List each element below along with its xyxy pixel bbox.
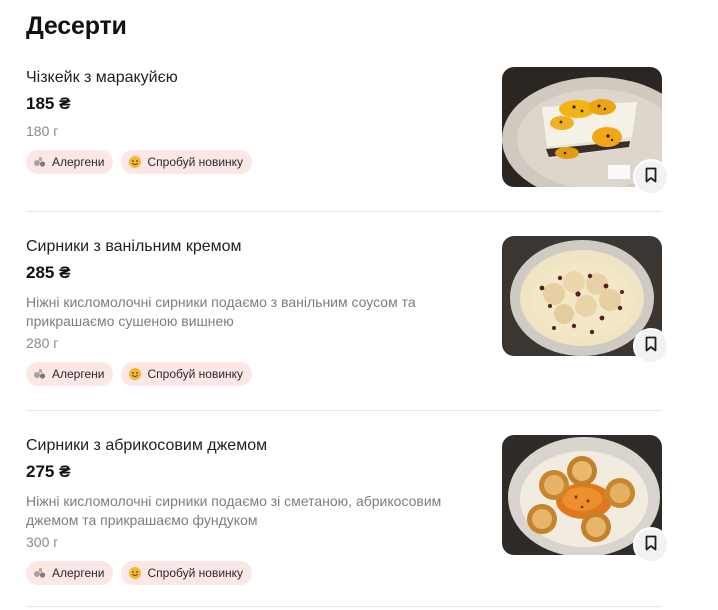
menu-item-syrnyky-apricot[interactable]: Сирники з абрикосовим джемом 275 ₴ Ніжні… [26, 435, 669, 596]
bookmark-button[interactable] [633, 527, 669, 563]
bookmark-icon [644, 535, 658, 556]
try-new-label: Спробуй новинку [147, 566, 244, 580]
smiley-icon [128, 155, 142, 169]
try-new-label: Спробуй новинку [147, 155, 244, 169]
allergens-icon [33, 155, 47, 169]
allergens-icon [33, 367, 47, 381]
badge-row: Алергени Спробуй новинку [26, 362, 662, 386]
allergens-badge[interactable]: Алергени [26, 150, 114, 174]
divider [26, 606, 662, 607]
menu-item-syrnyky-vanilla[interactable]: Сирники з ванільним кремом 285 ₴ Ніжні к… [26, 236, 669, 397]
allergens-label: Алергени [52, 566, 105, 580]
allergens-badge[interactable]: Алергени [26, 561, 114, 585]
divider [26, 211, 662, 212]
bookmark-icon [644, 167, 658, 188]
smiley-icon [128, 566, 142, 580]
smiley-icon [128, 367, 142, 381]
try-new-label: Спробуй новинку [147, 367, 244, 381]
allergens-badge[interactable]: Алергени [26, 362, 114, 386]
bookmark-button[interactable] [633, 328, 669, 364]
badge-row: Алергени Спробуй новинку [26, 561, 662, 585]
section-title: Десерти [26, 12, 127, 40]
allergens-label: Алергени [52, 155, 105, 169]
item-description: Ніжні кисломолочні сирники подаємо зі см… [26, 493, 442, 528]
try-new-badge[interactable]: Спробуй новинку [121, 150, 253, 174]
divider [26, 410, 662, 411]
bookmark-icon [644, 336, 658, 357]
try-new-badge[interactable]: Спробуй новинку [121, 362, 253, 386]
menu-item-cheesecake[interactable]: Чізкейк з маракуйєю 185 ₴ 180 г Алергени… [26, 67, 669, 198]
allergens-label: Алергени [52, 367, 105, 381]
bookmark-button[interactable] [633, 159, 669, 195]
item-description: Ніжні кисломолочні сирники подаємо з ван… [26, 294, 416, 329]
allergens-icon [33, 566, 47, 580]
try-new-badge[interactable]: Спробуй новинку [121, 561, 253, 585]
